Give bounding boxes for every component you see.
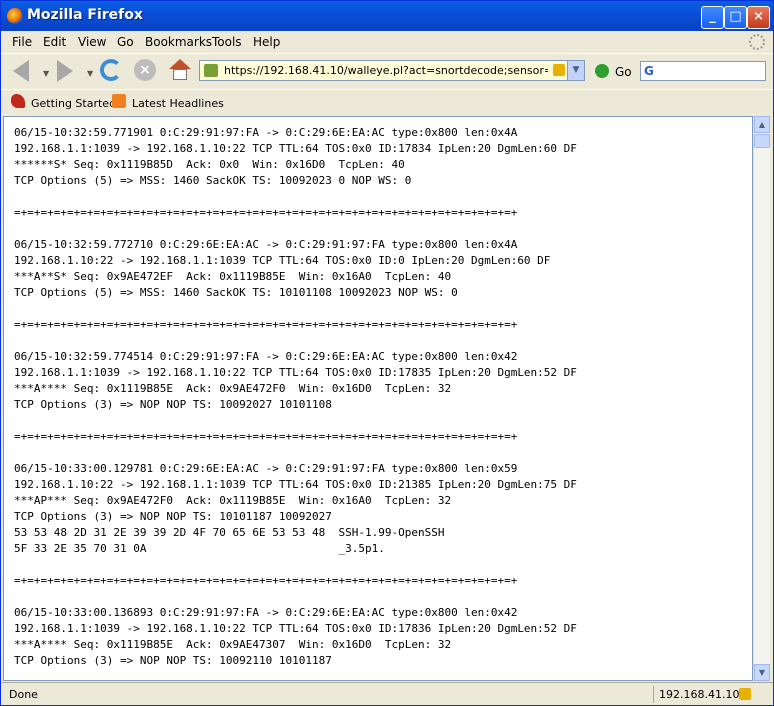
page-content: 06/15-10:32:59.771901 0:C:29:91:97:FA ->… [3, 116, 753, 681]
menu-view[interactable]: View [78, 35, 106, 49]
menu-edit[interactable]: Edit [43, 35, 66, 49]
forward-dropdown-icon[interactable]: ▼ [87, 69, 93, 78]
url-history-dropdown-icon[interactable]: ▼ [567, 61, 584, 80]
menu-bookmarks[interactable]: Bookmarks [145, 35, 212, 49]
packet-log-text: 06/15-10:32:59.771901 0:C:29:91:97:FA ->… [14, 126, 577, 667]
bookmark-getting-started[interactable]: Getting Started [31, 97, 116, 110]
menu-file[interactable]: File [12, 35, 32, 49]
throbber-icon [749, 34, 765, 50]
getting-started-icon [11, 94, 25, 108]
url-bar[interactable]: https://192.168.41.10/walleye.pl?act=sno… [199, 60, 585, 81]
back-arrow-icon[interactable] [13, 60, 29, 82]
vertical-scrollbar[interactable]: ▲ ▼ [753, 116, 770, 681]
minimize-button[interactable]: _ [701, 6, 724, 29]
site-favicon-icon [204, 64, 218, 77]
maximize-button[interactable]: □ [724, 6, 747, 29]
rss-feed-icon [112, 94, 126, 108]
scroll-down-icon[interactable]: ▼ [754, 664, 770, 681]
secure-lock-icon[interactable] [553, 64, 565, 76]
reload-icon[interactable] [100, 59, 122, 81]
title-bar[interactable]: Mozilla Firefox _ □ × [1, 1, 773, 31]
url-input[interactable]: https://192.168.41.10/walleye.pl?act=sno… [224, 64, 548, 77]
forward-arrow-icon[interactable] [57, 60, 73, 82]
scrollbar-thumb[interactable] [754, 134, 770, 148]
scroll-up-icon[interactable]: ▲ [754, 116, 770, 133]
menu-help[interactable]: Help [253, 35, 280, 49]
status-host: 192.168.41.10 [659, 688, 740, 701]
menu-go[interactable]: Go [117, 35, 134, 49]
go-icon[interactable] [595, 64, 609, 78]
menu-bar: File Edit View Go Bookmarks Tools Help [1, 31, 773, 53]
browser-window: Mozilla Firefox _ □ × File Edit View Go … [0, 0, 774, 706]
firefox-logo-icon [7, 8, 23, 24]
status-text: Done [9, 688, 38, 701]
window-title: Mozilla Firefox [27, 7, 143, 23]
stop-icon[interactable]: × [134, 59, 156, 81]
menu-tools[interactable]: Tools [212, 35, 242, 49]
home-icon[interactable] [169, 59, 191, 81]
status-bar: Done 192.168.41.10 [1, 682, 773, 706]
google-search-icon: G [644, 64, 654, 78]
bookmark-latest-headlines[interactable]: Latest Headlines [132, 97, 224, 110]
go-button[interactable]: Go [615, 65, 632, 79]
status-lock-icon[interactable] [739, 688, 751, 700]
close-button[interactable]: × [747, 6, 770, 29]
back-dropdown-icon[interactable]: ▼ [43, 69, 49, 78]
status-divider [653, 686, 654, 703]
search-input[interactable]: G [640, 61, 766, 81]
